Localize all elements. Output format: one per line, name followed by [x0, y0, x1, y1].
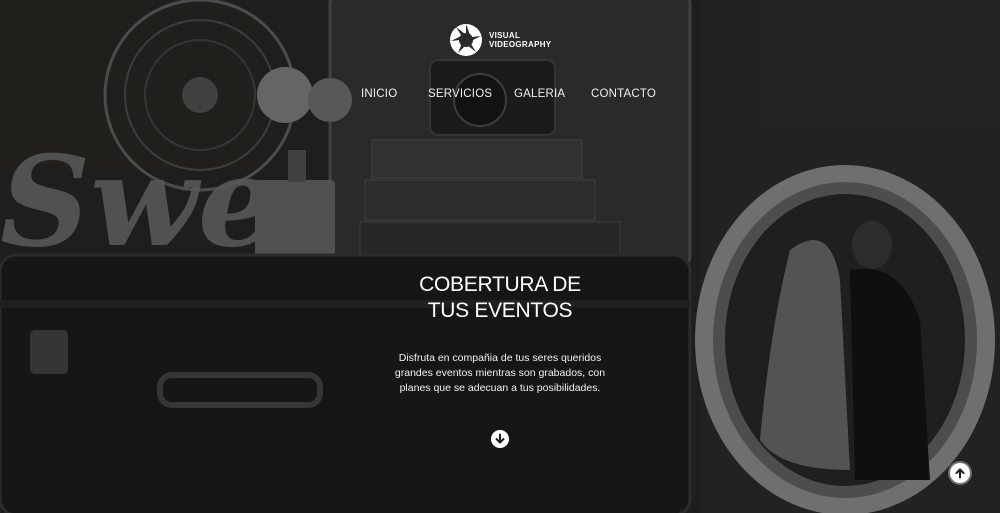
hero-headline: COBERTURA DE TUS EVENTOS	[380, 272, 620, 324]
scroll-down-button[interactable]	[491, 430, 509, 448]
nav-item-contacto[interactable]: CONTACTO	[591, 88, 656, 100]
nav-item-servicios[interactable]: SERVICIOS	[428, 88, 492, 100]
brand-name: VISUAL VIDEOGRAPHY	[489, 31, 551, 49]
brand-name-line1: VISUAL	[489, 31, 521, 40]
hero-headline-line2: TUS EVENTOS	[427, 299, 573, 322]
camera-aperture-icon	[450, 24, 482, 56]
back-to-top-button[interactable]	[950, 463, 970, 483]
main-navigation: INICIO SERVICIOS GALERIA CONTACTO	[0, 88, 1000, 106]
brand-name-line2: VIDEOGRAPHY	[489, 40, 552, 49]
nav-item-inicio[interactable]: INICIO	[361, 88, 397, 100]
hero-headline-line1: COBERTURA DE	[419, 273, 581, 296]
hero-description: Disfruta en compañia de tus seres querid…	[394, 352, 606, 394]
brand-logo[interactable]: VISUAL VIDEOGRAPHY	[449, 22, 559, 58]
arrow-up-icon	[955, 468, 965, 479]
arrow-down-icon	[495, 433, 505, 444]
nav-item-galeria[interactable]: GALERIA	[514, 88, 565, 100]
